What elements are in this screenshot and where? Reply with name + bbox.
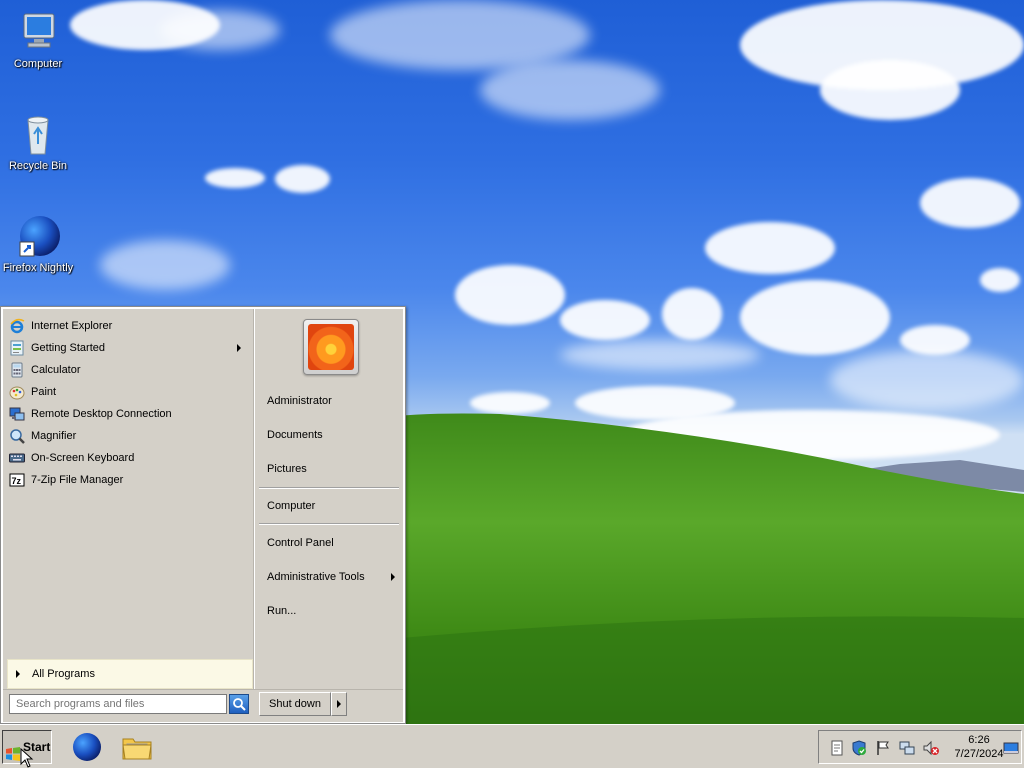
notification-area: 6:26 7/27/2024 — [818, 730, 1022, 764]
program-item-label: On-Screen Keyboard — [31, 452, 135, 464]
flower-avatar-icon — [308, 324, 354, 370]
places-separator — [259, 487, 399, 489]
all-programs-button[interactable]: All Programs — [7, 659, 253, 689]
volume-muted-icon[interactable] — [923, 740, 939, 756]
places-item-pictures[interactable]: Pictures — [267, 459, 307, 479]
taskbar-pinned-firefox-nightly[interactable] — [71, 731, 103, 763]
places-item-administrator[interactable]: Administrator — [267, 391, 332, 411]
taskbar: Start 6:26 7/27/2024 — [0, 724, 1024, 768]
taskbar-pinned-file-explorer[interactable] — [121, 731, 153, 763]
start-menu-programs-pane: Internet Explorer Getting Started Calcul… — [3, 309, 254, 689]
all-programs-arrow-icon — [16, 670, 20, 678]
mouse-cursor-icon — [20, 748, 34, 768]
shutdown-button[interactable]: Shut down — [259, 692, 331, 716]
windows-logo-icon — [6, 741, 20, 761]
calculator-icon — [9, 362, 25, 378]
network-icon[interactable] — [899, 740, 915, 756]
program-item-getting-started[interactable]: Getting Started — [9, 338, 249, 358]
recycle-bin-icon — [14, 110, 62, 158]
start-menu: Internet Explorer Getting Started Calcul… — [0, 306, 406, 724]
start-menu-bottom-bar: Shut down — [3, 689, 403, 722]
program-item-label: Magnifier — [31, 430, 77, 442]
program-item-remote-desktop[interactable]: Remote Desktop Connection — [9, 404, 249, 424]
desktop-icon-label: Computer — [13, 58, 63, 70]
computer-icon — [14, 8, 62, 56]
paint-icon — [9, 384, 25, 400]
places-separator — [259, 523, 399, 525]
program-item-magnifier[interactable]: Magnifier — [9, 426, 249, 446]
flag-icon[interactable] — [875, 740, 891, 756]
search-input[interactable] — [9, 694, 227, 714]
user-picture-avatar[interactable] — [303, 319, 359, 375]
places-item-computer[interactable]: Computer — [267, 496, 315, 516]
program-item-label: Remote Desktop Connection — [31, 408, 172, 420]
places-item-documents[interactable]: Documents — [267, 425, 323, 445]
submenu-arrow-icon — [237, 344, 241, 352]
desktop-icon-computer[interactable]: Computer — [0, 8, 76, 70]
show-desktop-icon[interactable] — [1003, 740, 1019, 756]
security-shield-icon[interactable] — [851, 740, 867, 756]
firefox-nightly-icon — [73, 733, 101, 761]
program-item-7zip[interactable]: 7z 7-Zip File Manager — [9, 470, 249, 490]
desktop-icon-label: Firefox Nightly — [2, 262, 74, 274]
action-center-icon[interactable] — [829, 740, 845, 756]
submenu-arrow-icon — [391, 573, 395, 581]
all-programs-label: All Programs — [32, 668, 95, 680]
internet-explorer-icon — [9, 318, 25, 334]
7zip-icon: 7z — [9, 472, 25, 488]
magnifier-icon — [9, 428, 25, 444]
clock-date[interactable]: 7/27/2024 — [949, 748, 1009, 760]
start-menu-places-pane: Administrator Documents Pictures Compute… — [255, 309, 403, 689]
firefox-nightly-icon — [14, 212, 62, 260]
remote-desktop-icon — [9, 406, 25, 422]
keyboard-icon — [9, 450, 25, 466]
desktop-icon-recycle-bin[interactable]: Recycle Bin — [0, 110, 76, 172]
program-item-label: Internet Explorer — [31, 320, 113, 332]
clock-time[interactable]: 6:26 — [961, 734, 997, 746]
program-item-internet-explorer[interactable]: Internet Explorer — [9, 316, 249, 336]
svg-text:7z: 7z — [12, 476, 22, 486]
shutdown-options-arrow-icon[interactable] — [331, 692, 347, 716]
program-item-label: Getting Started — [31, 342, 105, 354]
desktop-icon-label: Recycle Bin — [8, 160, 68, 172]
program-item-label: Paint — [31, 386, 57, 398]
places-item-run[interactable]: Run... — [267, 601, 296, 621]
getting-started-icon — [9, 340, 25, 356]
program-item-calculator[interactable]: Calculator — [9, 360, 249, 380]
program-item-paint[interactable]: Paint — [9, 382, 249, 402]
desktop-icon-firefox-nightly[interactable]: Firefox Nightly — [0, 212, 76, 274]
places-item-control-panel[interactable]: Control Panel — [267, 533, 334, 553]
program-item-label: Calculator — [31, 364, 81, 376]
file-explorer-icon — [122, 738, 152, 760]
program-item-on-screen-keyboard[interactable]: On-Screen Keyboard — [9, 448, 249, 468]
search-icon[interactable] — [229, 694, 249, 714]
places-item-administrative-tools[interactable]: Administrative Tools — [267, 567, 365, 587]
program-item-label: 7-Zip File Manager — [31, 474, 124, 486]
